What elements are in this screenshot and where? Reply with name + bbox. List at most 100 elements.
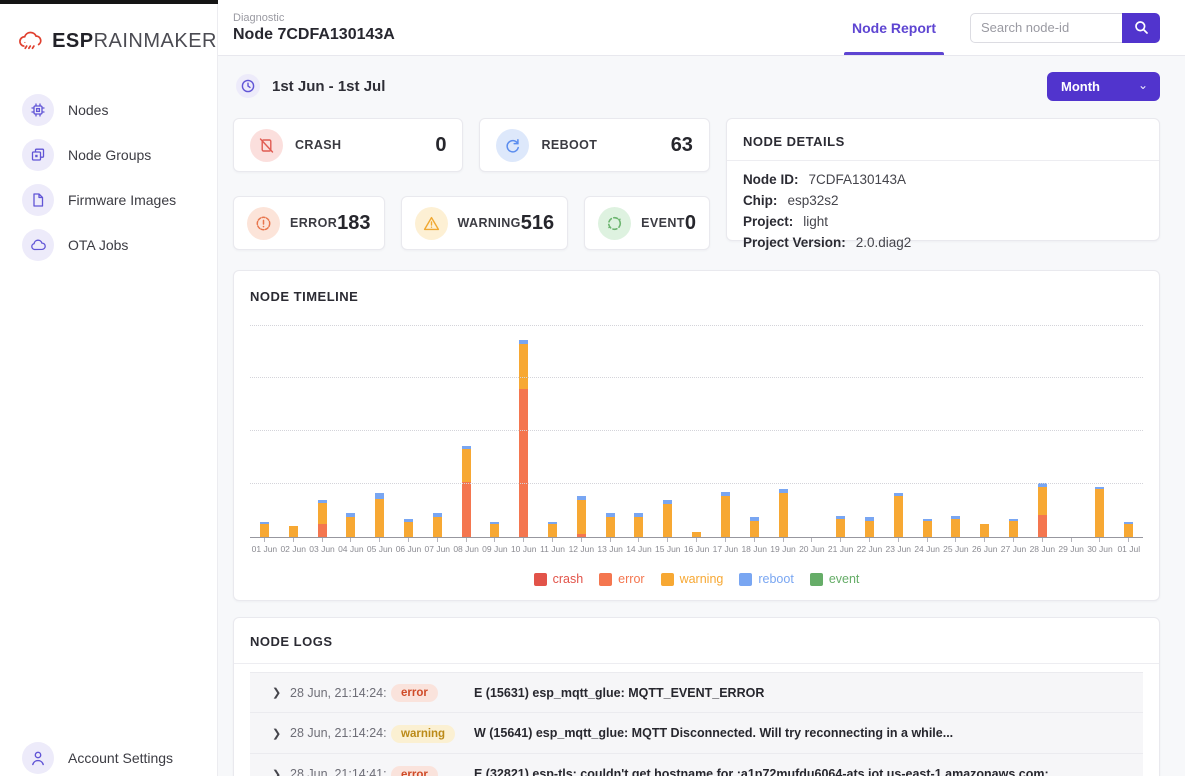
stacked-bar[interactable]: [577, 496, 586, 537]
x-axis-tick: [581, 538, 582, 542]
stacked-bar[interactable]: [894, 493, 903, 537]
x-axis-label-cell: 12 Jun: [567, 538, 596, 554]
x-axis-tick: [696, 538, 697, 542]
legend-item-crash[interactable]: crash: [534, 572, 584, 586]
sidebar-item-node-groups[interactable]: Node Groups: [0, 139, 217, 171]
chart-bar-column: [423, 320, 452, 537]
stacked-bar[interactable]: [433, 513, 442, 537]
bar-segment-warning: [663, 504, 672, 537]
log-row[interactable]: ❯28 Jun, 21:14:41:errorE (32821) esp-tls…: [250, 754, 1143, 776]
x-axis-tick: [379, 538, 380, 542]
tab-node-report[interactable]: Node Report: [846, 0, 942, 55]
stacked-bar[interactable]: [779, 489, 788, 537]
chevron-right-icon[interactable]: ❯: [272, 768, 290, 776]
x-axis-label-cell: 10 Jun: [509, 538, 538, 554]
stacked-bar[interactable]: [692, 532, 701, 537]
chevron-right-icon[interactable]: ❯: [272, 727, 290, 740]
sidebar-item-nodes[interactable]: Nodes: [0, 94, 217, 126]
stacked-bar[interactable]: [375, 493, 384, 537]
stacked-bar[interactable]: [1124, 522, 1133, 537]
node-detail-label: Node ID:: [743, 169, 799, 190]
stacked-bar[interactable]: [1095, 487, 1104, 537]
log-message: E (32821) esp-tls: couldn't get hostname…: [474, 767, 1049, 776]
stacked-bar[interactable]: [519, 340, 528, 537]
bar-segment-warning: [980, 524, 989, 537]
x-axis-tick: [927, 538, 928, 542]
chart-bar-column: [740, 320, 769, 537]
x-axis-tick: [984, 538, 985, 542]
stacked-bar[interactable]: [289, 526, 298, 537]
legend-item-warning[interactable]: warning: [661, 572, 724, 586]
x-axis-label: 17 Jun: [713, 544, 739, 554]
app-window: ESPRAINMAKER Nodes Node Groups Firmware Im…: [0, 0, 1185, 776]
stacked-bar[interactable]: [865, 517, 874, 537]
x-axis-label-cell: 22 Jun: [855, 538, 884, 554]
timeline-x-axis: 01 Jun02 Jun03 Jun04 Jun05 Jun06 Jun07 J…: [250, 538, 1143, 554]
stacked-bar[interactable]: [663, 500, 672, 537]
sidebar-item-ota-jobs[interactable]: OTA Jobs: [0, 229, 217, 261]
stacked-bar[interactable]: [721, 492, 730, 537]
stacked-bar[interactable]: [548, 522, 557, 537]
chart-bar-column: [250, 320, 279, 537]
chart-bar-column: [279, 320, 308, 537]
legend-swatch: [810, 573, 823, 586]
legend-item-event[interactable]: event: [810, 572, 860, 586]
x-axis-tick: [552, 538, 553, 542]
timeline-chart[interactable]: [250, 320, 1143, 538]
period-dropdown[interactable]: Month ⌄: [1047, 72, 1160, 101]
x-axis-label-cell: 15 Jun: [653, 538, 682, 554]
chart-bar-column: [336, 320, 365, 537]
x-axis-label: 26 Jun: [972, 544, 998, 554]
stacked-bar[interactable]: [634, 513, 643, 537]
log-timestamp: 28 Jun, 21:14:41:: [290, 767, 391, 776]
x-axis-label: 23 Jun: [886, 544, 912, 554]
search-input[interactable]: [970, 13, 1122, 43]
sidebar-item-account-settings[interactable]: Account Settings: [0, 742, 217, 774]
node-detail-row: Project:light: [743, 211, 1143, 232]
stacked-bar[interactable]: [1009, 519, 1018, 537]
x-axis-label-cell: 23 Jun: [884, 538, 913, 554]
log-timestamp: 28 Jun, 21:14:24:: [290, 726, 391, 740]
stacked-bar[interactable]: [923, 519, 932, 537]
stacked-bar[interactable]: [1038, 483, 1047, 537]
stacked-bar[interactable]: [346, 513, 355, 537]
x-axis-tick: [754, 538, 755, 542]
stacked-bar[interactable]: [750, 517, 759, 537]
stats-section: CRASH0REBOOT63 ERROR183WARNING516EVENT0 …: [233, 118, 1160, 250]
log-row[interactable]: ❯28 Jun, 21:14:24:errorE (15631) esp_mqt…: [250, 672, 1143, 713]
brand[interactable]: ESPRAINMAKER: [0, 0, 217, 56]
stacked-bar[interactable]: [951, 516, 960, 537]
x-axis-label: 02 Jun: [280, 544, 306, 554]
crash-icon: [250, 129, 283, 162]
x-axis-tick: [437, 538, 438, 542]
stacked-bar[interactable]: [318, 500, 327, 537]
x-axis-label-cell: 08 Jun: [452, 538, 481, 554]
sidebar-item-firmware-images[interactable]: Firmware Images: [0, 184, 217, 216]
stacked-bar[interactable]: [836, 516, 845, 537]
bar-segment-warning: [894, 496, 903, 537]
stacked-bar[interactable]: [260, 522, 269, 537]
node-detail-value: 7CDFA130143A: [808, 169, 906, 190]
firmware-file-icon: [22, 184, 54, 216]
search-button[interactable]: [1122, 13, 1160, 43]
stat-card-event: EVENT0: [584, 196, 710, 250]
stacked-bar[interactable]: [490, 522, 499, 537]
legend-item-error[interactable]: error: [599, 572, 644, 586]
x-axis-tick: [1128, 538, 1129, 542]
bar-segment-error: [519, 389, 528, 537]
chevron-right-icon[interactable]: ❯: [272, 686, 290, 699]
bar-segment-warning: [836, 519, 845, 537]
chart-bar-column: [855, 320, 884, 537]
reboot-icon: [496, 129, 529, 162]
stacked-bar[interactable]: [404, 519, 413, 537]
x-axis-tick: [1013, 538, 1014, 542]
log-row[interactable]: ❯28 Jun, 21:14:24:warningW (15641) esp_m…: [250, 713, 1143, 754]
stacked-bar[interactable]: [462, 446, 471, 537]
error-icon: [247, 207, 280, 240]
stacked-bar[interactable]: [606, 513, 615, 537]
x-axis-label-cell: 17 Jun: [711, 538, 740, 554]
stat-value: 0: [685, 212, 696, 235]
legend-item-reboot[interactable]: reboot: [739, 572, 793, 586]
bar-segment-warning: [519, 344, 528, 389]
stacked-bar[interactable]: [980, 524, 989, 537]
